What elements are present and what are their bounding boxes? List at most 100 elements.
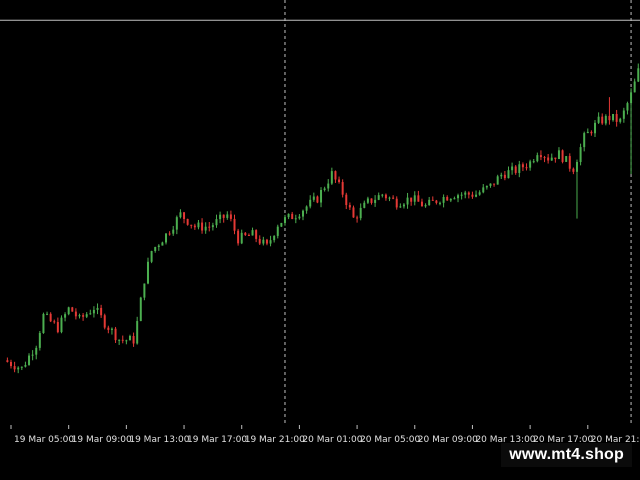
- candle-body-136: [496, 176, 499, 185]
- candle-body-59: [219, 214, 222, 220]
- candle-body-131: [478, 192, 481, 195]
- candle-body-88: [323, 188, 326, 190]
- candle-body-104: [381, 194, 384, 196]
- candle-body-64: [237, 230, 240, 244]
- candle-body-44: [165, 233, 168, 243]
- candle-body-161: [586, 131, 589, 134]
- candle-body-142: [518, 164, 521, 173]
- chart-area[interactable]: 19 Mar 05:00 19 Mar 09:00 19 Mar 13:00 19 M…: [0, 0, 640, 450]
- candle-body-9: [38, 333, 41, 348]
- candle-body-36: [136, 321, 139, 344]
- candle-body-108: [395, 198, 398, 208]
- candle-body-113: [413, 195, 416, 202]
- candle-body-112: [410, 197, 413, 202]
- x-tick-label-6: 20 Mar 05:00: [360, 435, 420, 445]
- candle-body-103: [377, 195, 380, 200]
- candle-body-163: [594, 122, 597, 134]
- watermark: www.mt4.shop: [501, 443, 632, 467]
- candle-body-120: [438, 202, 441, 204]
- x-tick-label-1: 19 Mar 09:00: [72, 435, 132, 445]
- candle-body-56: [208, 226, 211, 228]
- candle-body-91: [334, 171, 337, 180]
- candle-body-60: [222, 214, 225, 218]
- candlestick-chart[interactable]: 19 Mar 05:0019 Mar 09:0019 Mar 13:0019 M…: [0, 0, 640, 450]
- candle-body-26: [100, 307, 103, 316]
- candle-body-84: [309, 199, 312, 207]
- candle-body-133: [485, 185, 488, 188]
- candle-body-81: [298, 216, 301, 219]
- x-axis-ticks: 19 Mar 05:0019 Mar 09:0019 Mar 13:0019 M…: [10, 425, 640, 445]
- candle-body-70: [258, 238, 261, 244]
- candle-body-86: [316, 196, 319, 203]
- candle-body-140: [511, 166, 514, 171]
- candle-body-126: [460, 194, 463, 196]
- candle-body-149: [543, 157, 546, 159]
- candle-body-8: [35, 347, 38, 355]
- candle-body-68: [251, 230, 254, 236]
- candle-body-47: [175, 217, 178, 230]
- candle-body-173: [630, 92, 633, 104]
- candle-body-145: [529, 161, 532, 168]
- candle-body-93: [341, 182, 344, 195]
- candle-body-57: [211, 225, 214, 228]
- candle-body-67: [247, 234, 250, 236]
- candle-body-87: [320, 189, 323, 203]
- candle-body-13: [53, 321, 56, 323]
- candle-body-29: [110, 328, 113, 330]
- x-tick-label-5: 20 Mar 01:00: [302, 435, 362, 445]
- candle-body-25: [96, 307, 99, 310]
- candle-body-166: [604, 115, 607, 124]
- candle-body-141: [514, 166, 517, 173]
- candle-body-156: [568, 156, 571, 169]
- candle-body-117: [428, 199, 431, 206]
- candle-body-16: [64, 314, 67, 318]
- candle-body-33: [125, 340, 128, 342]
- candle-body-51: [190, 224, 193, 226]
- candle-body-119: [435, 200, 438, 203]
- candle-body-7: [31, 354, 34, 356]
- candle-body-97: [356, 217, 359, 219]
- candle-body-121: [442, 196, 445, 203]
- candle-body-73: [269, 240, 272, 244]
- candle-body-169: [615, 113, 618, 122]
- x-tick-label-3: 19 Mar 17:00: [187, 435, 247, 445]
- candle-body-94: [345, 194, 348, 206]
- candle-body-55: [204, 226, 207, 231]
- candle-body-82: [302, 210, 305, 217]
- candle-body-0: [6, 360, 9, 362]
- candle-body-153: [557, 150, 560, 160]
- candle-body-144: [525, 167, 528, 169]
- candle-body-42: [157, 245, 160, 248]
- candle-body-46: [172, 229, 175, 234]
- x-tick-label-7: 20 Mar 09:00: [418, 435, 478, 445]
- candle-body-75: [276, 226, 279, 236]
- candle-body-12: [49, 313, 52, 322]
- candle-body-114: [417, 195, 420, 202]
- candle-body-95: [348, 205, 351, 208]
- candle-body-21: [82, 315, 85, 317]
- candle-body-79: [291, 213, 294, 220]
- candle-body-32: [121, 339, 124, 341]
- candle-body-96: [352, 207, 355, 218]
- candle-body-85: [312, 196, 315, 200]
- candle-body-98: [359, 207, 362, 219]
- candle-body-107: [392, 197, 395, 199]
- candle-body-5: [24, 364, 27, 367]
- candle-body-124: [453, 198, 456, 200]
- candle-body-155: [565, 156, 568, 162]
- candle-body-175: [637, 68, 640, 82]
- candle-body-61: [226, 214, 229, 218]
- candle-body-10: [42, 313, 45, 334]
- candle-body-14: [56, 322, 59, 333]
- candle-body-92: [338, 179, 341, 183]
- candles: [6, 63, 640, 374]
- candle-body-105: [384, 194, 387, 199]
- candle-body-31: [118, 339, 121, 341]
- candle-body-90: [330, 171, 333, 184]
- candle-body-54: [201, 222, 204, 231]
- candle-body-45: [168, 233, 171, 235]
- candle-body-146: [532, 161, 535, 163]
- candle-body-40: [150, 251, 153, 262]
- x-tick-label-4: 19 Mar 21:00: [245, 435, 305, 445]
- candle-body-172: [626, 103, 629, 111]
